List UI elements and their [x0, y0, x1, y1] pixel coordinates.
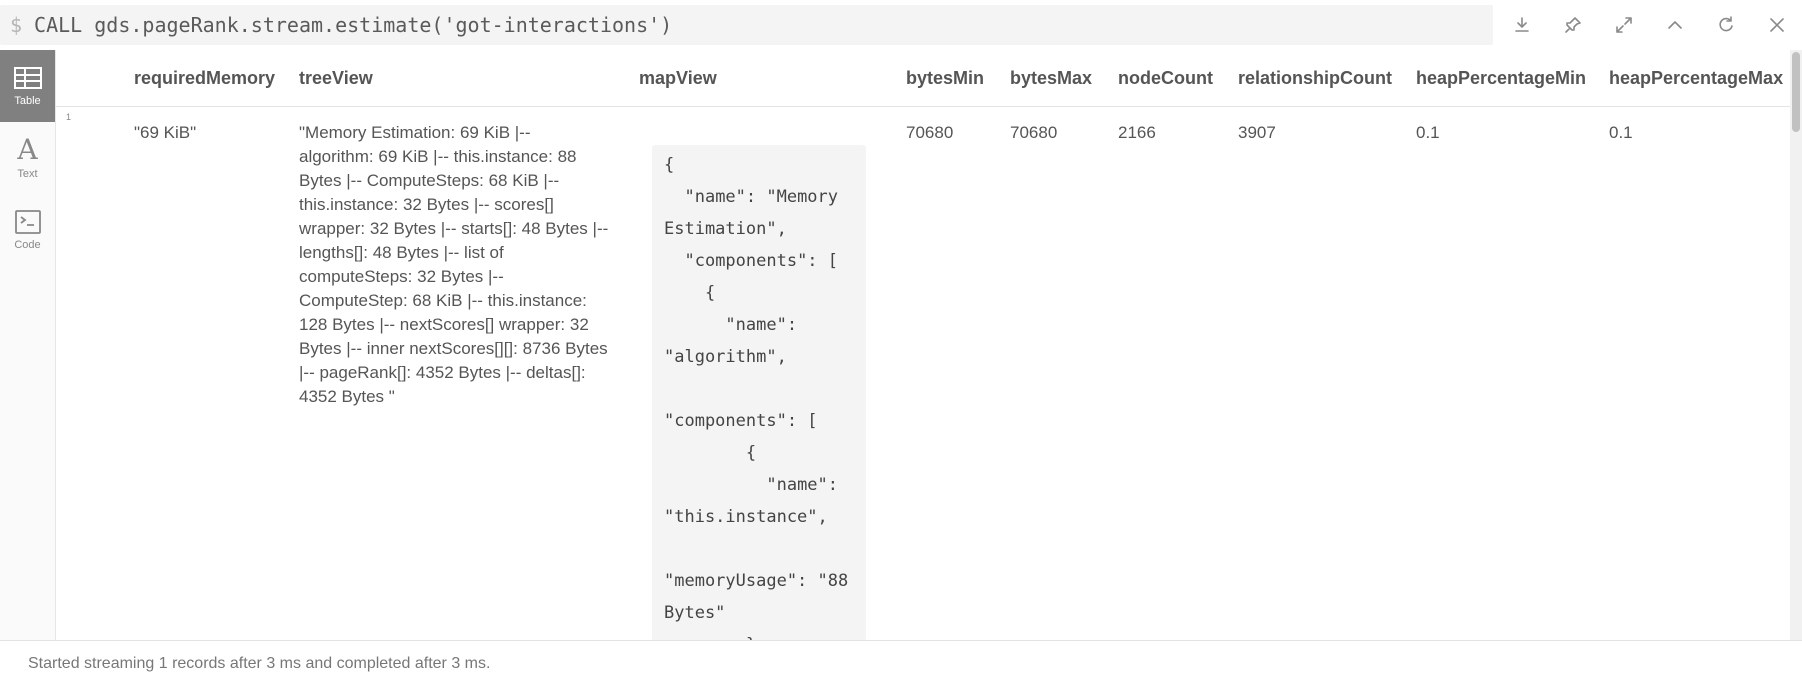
sidebar-item-code[interactable]: Code — [0, 194, 55, 266]
view-sidebar: Table A Text Code — [0, 50, 56, 640]
sidebar-item-label: Code — [14, 239, 41, 251]
sidebar-item-label: Text — [17, 168, 38, 180]
cell-heapPercentageMax: 0.1 — [1609, 123, 1633, 142]
column-header-requiredMemory[interactable]: requiredMemory — [134, 68, 275, 89]
query-prompt: $ — [10, 13, 23, 37]
pin-icon — [1564, 17, 1581, 33]
table-header: requiredMemory treeView mapView bytesMin… — [56, 50, 1790, 107]
cell-treeView: "Memory Estimation: 69 KiB |-- algorithm… — [299, 123, 609, 406]
cell-heapPercentageMin: 0.1 — [1416, 123, 1440, 142]
rerun-icon — [1718, 16, 1733, 32]
query-text[interactable]: CALL gds.pageRank.stream.estimate('got-i… — [34, 13, 672, 37]
sidebar-item-table[interactable]: Table — [0, 50, 55, 122]
sidebar-item-text[interactable]: A Text — [0, 122, 55, 194]
vertical-scrollbar[interactable] — [1790, 50, 1802, 640]
frame-toolbar — [1496, 0, 1802, 50]
pin-button[interactable] — [1547, 2, 1598, 48]
collapse-button[interactable] — [1649, 2, 1700, 48]
cell-relationshipCount: 3907 — [1238, 123, 1276, 142]
rerun-button[interactable] — [1700, 2, 1751, 48]
results-table: requiredMemory treeView mapView bytesMin… — [56, 50, 1790, 640]
column-header-relationshipCount[interactable]: relationshipCount — [1238, 68, 1392, 89]
column-header-mapView[interactable]: mapView — [639, 68, 717, 89]
column-header-nodeCount[interactable]: nodeCount — [1118, 68, 1213, 89]
fullscreen-button[interactable] — [1598, 2, 1649, 48]
status-text: Started streaming 1 records after 3 ms a… — [28, 655, 491, 672]
column-header-heapPercentageMax[interactable]: heapPercentageMax — [1609, 68, 1783, 89]
column-header-heapPercentageMin[interactable]: heapPercentageMin — [1416, 68, 1586, 89]
collapse-icon — [1667, 21, 1682, 29]
text-icon: A — [17, 133, 38, 166]
query-bar: $ CALL gds.pageRank.stream.estimate('got-… — [0, 0, 1802, 50]
download-button[interactable] — [1496, 2, 1547, 48]
cell-mapView: { "name": "Memory Estimation", "componen… — [652, 145, 866, 640]
close-button[interactable] — [1751, 2, 1802, 48]
cell-requiredMemory: "69 KiB" — [134, 123, 197, 142]
row-number: 1 — [66, 112, 72, 122]
sidebar-item-label: Table — [14, 95, 41, 107]
cell-bytesMax: 70680 — [1010, 123, 1058, 142]
column-header-bytesMin[interactable]: bytesMin — [906, 68, 984, 89]
code-icon — [14, 210, 41, 234]
mapview-json: { "name": "Memory Estimation", "componen… — [664, 155, 849, 640]
column-header-bytesMax[interactable]: bytesMax — [1010, 68, 1092, 89]
query-editor[interactable]: $ CALL gds.pageRank.stream.estimate('got-… — [0, 5, 1493, 45]
close-icon — [1769, 18, 1784, 32]
table-icon — [13, 67, 42, 89]
expand-icon — [1615, 17, 1632, 33]
scrollbar-thumb[interactable] — [1792, 52, 1800, 132]
cell-nodeCount: 2166 — [1118, 123, 1156, 142]
status-bar: Started streaming 1 records after 3 ms a… — [0, 640, 1802, 686]
cell-bytesMin: 70680 — [906, 123, 954, 142]
download-icon — [1514, 17, 1529, 32]
column-header-treeView[interactable]: treeView — [299, 68, 373, 89]
